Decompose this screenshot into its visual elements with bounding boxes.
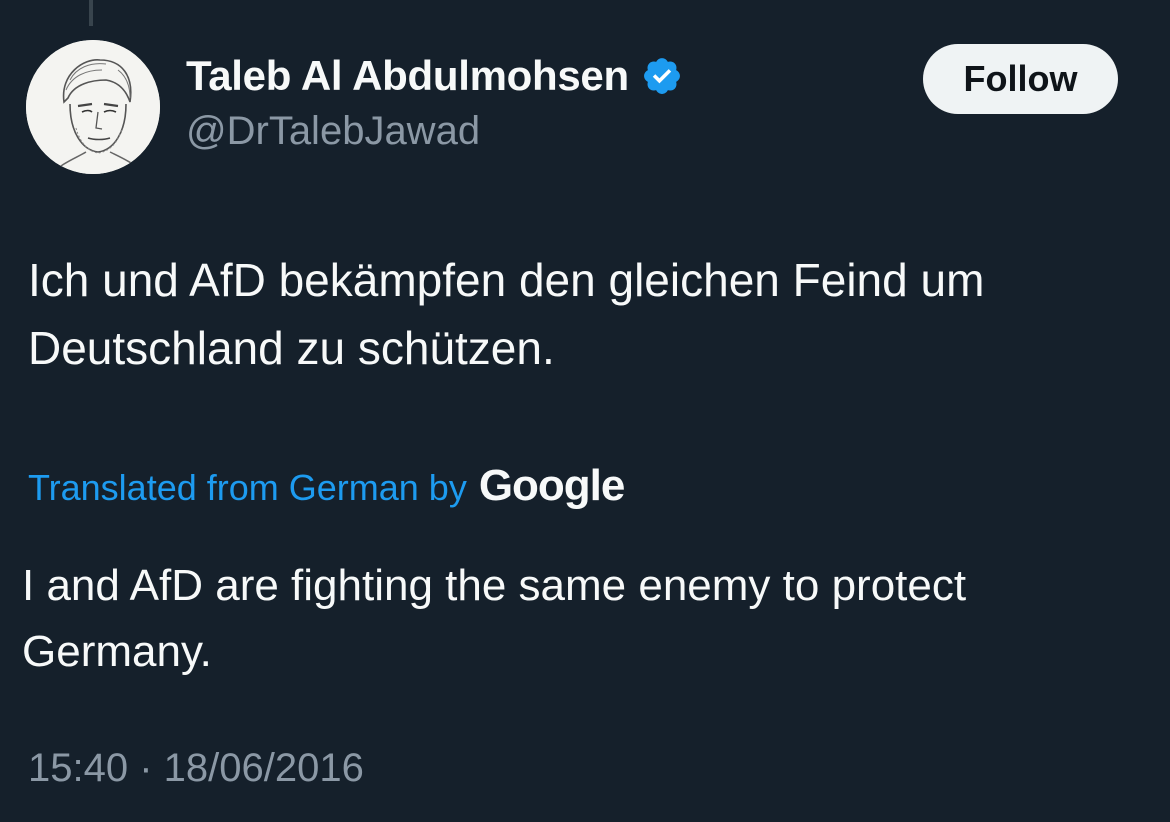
translation-attribution: Translated from German by Google [28, 461, 626, 511]
translated-from-link[interactable]: Translated from German by [28, 467, 467, 509]
author-name-row: Taleb Al Abdulmohsen [186, 52, 683, 100]
avatar[interactable] [26, 40, 160, 174]
thread-connector-line [89, 0, 93, 26]
profile-photo-icon [26, 40, 160, 174]
tweet-original-text: Ich und AfD bekämpfen den gleichen Feind… [28, 254, 985, 374]
follow-button[interactable]: Follow [923, 44, 1118, 114]
author-display-name[interactable]: Taleb Al Abdulmohsen [186, 52, 629, 100]
verified-badge-icon[interactable] [641, 55, 683, 97]
tweet-translated-text: I and AfD are fighting the same enemy to… [22, 561, 967, 676]
author-handle[interactable]: @DrTalebJawad [186, 109, 480, 154]
tweet-timestamp[interactable]: 15:40 · 18/06/2016 [28, 746, 364, 791]
google-logo: Google [478, 461, 626, 510]
